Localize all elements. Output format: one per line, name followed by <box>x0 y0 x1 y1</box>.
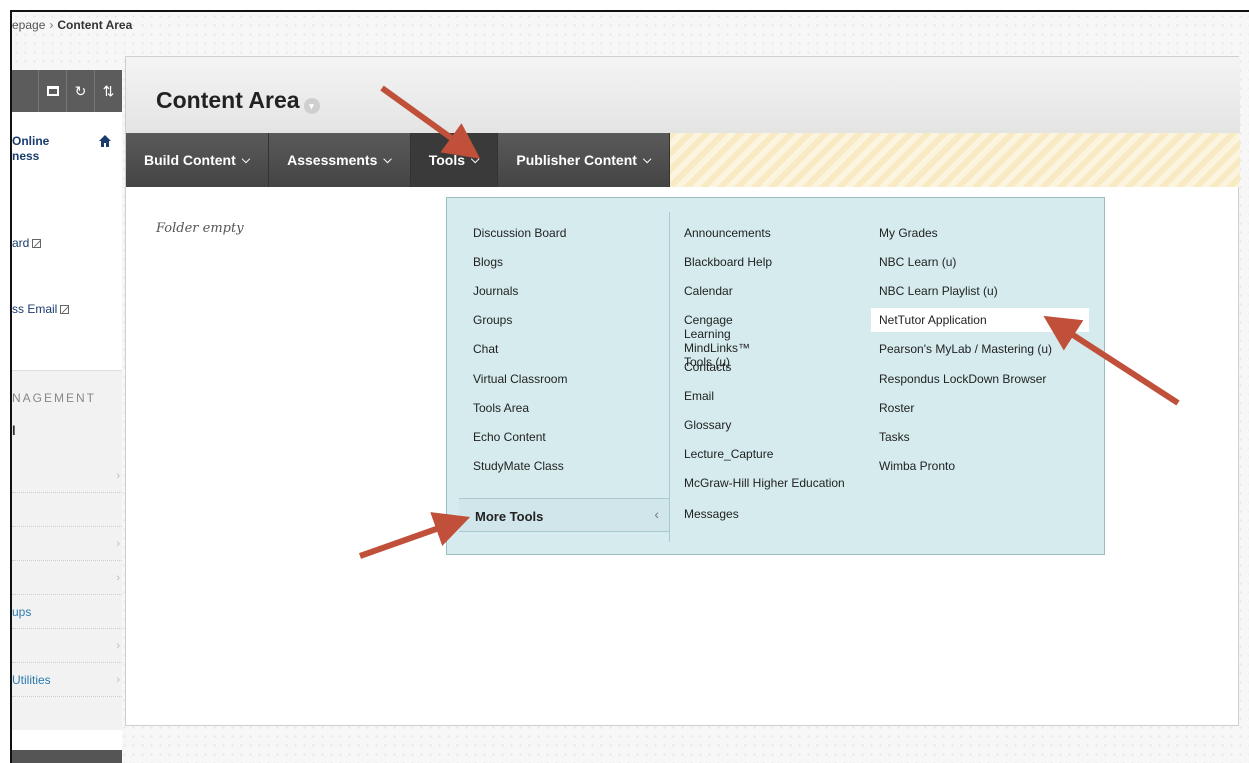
tool-contacts[interactable]: Contacts <box>684 360 731 374</box>
sidebar-link[interactable]: ss Email <box>12 302 70 316</box>
chevron-down-icon: ⌵ <box>241 153 251 166</box>
more-tools-label: More Tools <box>475 509 544 524</box>
tool-glossary[interactable]: Glossary <box>684 418 731 432</box>
tool-groups[interactable]: Groups <box>473 313 512 327</box>
sidebar-toolbar: ↻ ⇅ <box>12 70 122 112</box>
tool-respondus-lockdown[interactable]: Respondus LockDown Browser <box>879 372 1046 386</box>
management-row-utilities[interactable]: Utilities › <box>12 663 122 697</box>
chevron-right-icon: › <box>116 538 120 550</box>
course-management-panel: NAGEMENT l › › › ups › Utilities › <box>12 370 122 730</box>
management-row[interactable]: › <box>12 561 122 595</box>
chevron-right-icon: › <box>116 572 120 584</box>
management-row[interactable]: › <box>12 459 122 493</box>
management-row[interactable]: › <box>12 629 122 663</box>
tool-chat[interactable]: Chat <box>473 342 498 356</box>
tool-tools-area[interactable]: Tools Area <box>473 401 529 415</box>
tool-calendar[interactable]: Calendar <box>684 284 733 298</box>
chevron-down-icon[interactable]: ▾ <box>303 98 320 114</box>
tool-roster[interactable]: Roster <box>879 401 914 415</box>
tool-nettutor-application[interactable]: NetTutor Application <box>871 308 1089 332</box>
publisher-content-menu[interactable]: Publisher Content ⌵ <box>498 133 671 187</box>
more-tools-button[interactable]: More Tools ‹ <box>459 498 669 532</box>
tool-announcements[interactable]: Announcements <box>684 226 771 240</box>
management-row[interactable]: › <box>12 527 122 561</box>
course-sidebar: ↻ ⇅ Online ness ard ss Email NAGEMENT l … <box>12 70 122 763</box>
tool-lecture-capture[interactable]: Lecture_Capture <box>684 447 773 461</box>
management-row[interactable] <box>12 493 122 527</box>
sidebar-footer <box>12 750 122 763</box>
tools-dropdown: Discussion Board Blogs Journals Groups C… <box>446 197 1105 555</box>
edit-visibility-icon[interactable] <box>60 305 70 314</box>
page-header: Content Area ▾ <box>126 57 1240 133</box>
refresh-icon[interactable]: ↻ <box>66 70 94 112</box>
tool-nbc-learn[interactable]: NBC Learn (u) <box>879 255 956 269</box>
breadcrumb: epage › Content Area <box>12 18 132 32</box>
chevron-right-icon: › <box>116 640 120 652</box>
management-heading: NAGEMENT <box>12 391 97 405</box>
chevron-down-icon: ⌵ <box>383 153 392 166</box>
tool-studymate-class[interactable]: StudyMate Class <box>473 459 564 473</box>
page-title: Content Area ▾ <box>156 87 320 114</box>
tool-wimba-pronto[interactable]: Wimba Pronto <box>879 459 955 473</box>
breadcrumb-parent[interactable]: epage <box>12 18 45 32</box>
tool-blogs[interactable]: Blogs <box>473 255 503 269</box>
sort-icon[interactable]: ⇅ <box>94 70 122 112</box>
tool-virtual-classroom[interactable]: Virtual Classroom <box>473 372 567 386</box>
action-bar: Build Content ⌵ Assessments ⌵ Tools ⌵ Publi… <box>126 133 1240 187</box>
assessments-menu[interactable]: Assessments ⌵ <box>269 133 411 187</box>
column-divider <box>669 212 670 542</box>
tool-my-grades[interactable]: My Grades <box>879 226 938 240</box>
chevron-right-icon: › <box>116 674 120 686</box>
display-icon[interactable] <box>38 70 66 112</box>
breadcrumb-current: Content Area <box>57 18 133 32</box>
chevron-down-icon: ⌵ <box>642 153 652 166</box>
course-title[interactable]: Online ness <box>12 134 82 164</box>
tool-email[interactable]: Email <box>684 389 714 403</box>
chevron-right-icon: › <box>116 470 120 482</box>
menu-group: Build Content ⌵ Assessments ⌵ Tools ⌵ Publi… <box>126 133 671 187</box>
course-title-line-1: Online <box>12 134 50 148</box>
chevron-left-icon: ‹ <box>654 506 659 522</box>
tool-pearson-mylab[interactable]: Pearson's MyLab / Mastering (u) <box>879 342 1052 356</box>
tool-messages[interactable]: Messages <box>684 507 739 521</box>
tool-echo-content[interactable]: Echo Content <box>473 430 546 444</box>
tool-blackboard-help[interactable]: Blackboard Help <box>684 255 772 269</box>
course-title-line-2: ness <box>12 149 40 163</box>
management-subheading[interactable]: l <box>12 423 16 438</box>
tools-menu[interactable]: Tools ⌵ <box>410 133 499 187</box>
management-row-groups[interactable]: ups <box>12 595 122 629</box>
sidebar-link[interactable]: ard <box>12 236 42 250</box>
tool-journals[interactable]: Journals <box>473 284 518 298</box>
breadcrumb-separator: › <box>49 18 54 32</box>
tool-discussion-board[interactable]: Discussion Board <box>473 226 566 240</box>
chevron-down-icon: ⌵ <box>471 153 480 166</box>
home-icon[interactable] <box>98 134 112 148</box>
edit-visibility-icon[interactable] <box>32 239 42 248</box>
build-content-menu[interactable]: Build Content ⌵ <box>126 133 270 187</box>
tool-mcgraw-hill[interactable]: McGraw-Hill Higher Education <box>684 476 845 490</box>
folder-empty-message: Folder empty <box>156 221 244 236</box>
tool-tasks[interactable]: Tasks <box>879 430 910 444</box>
tool-nbc-learn-playlist[interactable]: NBC Learn Playlist (u) <box>879 284 998 298</box>
